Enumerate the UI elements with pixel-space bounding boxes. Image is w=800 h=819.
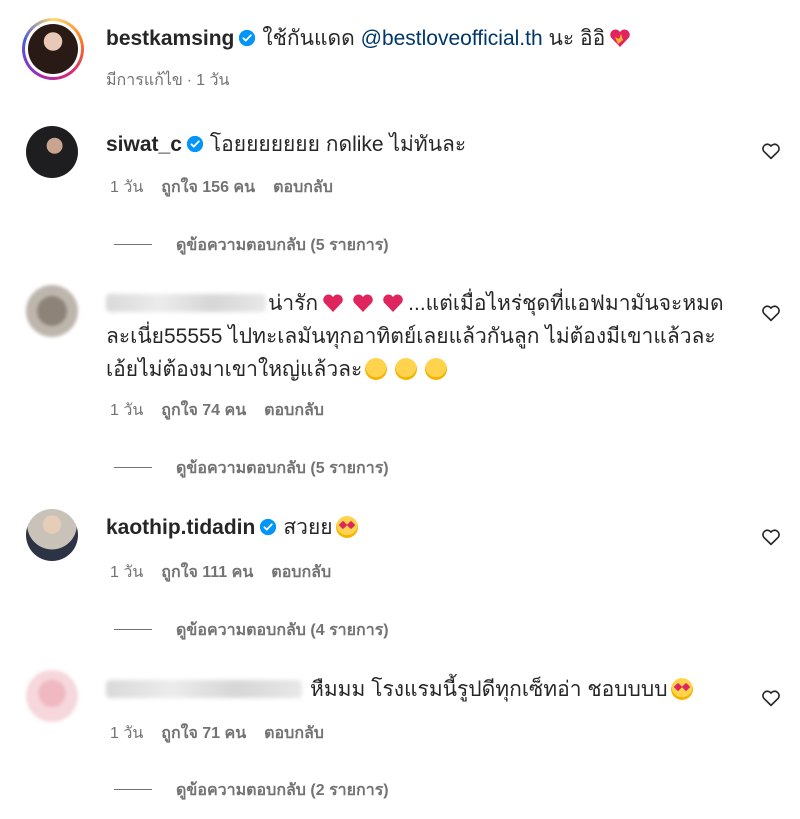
view-replies-label: ดูข้อความตอบกลับ (2 รายการ): [176, 782, 389, 799]
red-heart-emoji: [353, 294, 373, 312]
view-replies-label: ดูข้อความตอบกลับ (5 รายการ): [176, 460, 389, 477]
verified-badge-icon: [260, 518, 277, 536]
comment-meta: 1 วัน ถูกใจ 71 คน ตอบกลับ: [110, 721, 342, 746]
divider: [114, 467, 152, 468]
like-count[interactable]: ถูกใจ 156 คน: [161, 179, 255, 196]
caption-text-end: นะ อิอิ: [548, 27, 606, 50]
comment-avatar[interactable]: [26, 670, 78, 722]
post-author-avatar[interactable]: [22, 18, 84, 80]
comment-avatar[interactable]: [26, 285, 78, 337]
comment-time: 1 วัน: [110, 564, 144, 581]
blurred-username[interactable]: [106, 680, 302, 698]
rofl-emoji: [365, 358, 388, 380]
edited-label: มีการแก้ไข: [106, 72, 183, 89]
divider: [114, 244, 152, 245]
post-meta: มีการแก้ไข · 1 วัน: [106, 72, 230, 89]
heart-outline-icon[interactable]: [761, 142, 781, 160]
rofl-emoji: [395, 358, 418, 380]
comment-text: น่ารัก ...แต่เมื่อไหร่ชุดที่แอฟมามันจะหมด: [106, 289, 724, 319]
post-caption: bestkamsing ใช้กันแดด @bestloveofficial.t…: [106, 24, 635, 54]
comment-text-line3: เอ้ยไม่ต้องมาเขาใหญ่แล้วละ: [106, 355, 448, 385]
reply-button[interactable]: ตอบกลับ: [264, 402, 324, 419]
comment-body: หืมมม โรงแรมนี้รูปดีทุกเซ็ทอ่า ชอบบบบ: [310, 678, 668, 701]
blurred-username[interactable]: [106, 294, 266, 312]
reply-button[interactable]: ตอบกลับ: [264, 725, 324, 742]
caption-text: ใช้กันแดด: [262, 27, 355, 50]
comment-meta: 1 วัน ถูกใจ 111 คน ตอบกลับ: [110, 560, 349, 585]
view-replies-button[interactable]: ดูข้อความตอบกลับ (2 รายการ): [114, 778, 389, 803]
rofl-emoji: [425, 358, 448, 380]
heart-on-fire-emoji: [610, 29, 630, 47]
caption-mention[interactable]: @bestloveofficial.th: [361, 27, 543, 50]
comment-body: โอยยยยยยย กดlike ไม่ทันละ: [209, 133, 467, 156]
heart-outline-icon[interactable]: [761, 689, 781, 707]
comment-username[interactable]: siwat_c: [106, 133, 182, 156]
comment-meta: 1 วัน ถูกใจ 156 คน ตอบกลับ: [110, 175, 351, 200]
comment-body: สวยย: [283, 516, 333, 539]
heart-eyes-emoji: [670, 678, 693, 700]
comment-text: siwat_c โอยยยยยยย กดlike ไม่ทันละ: [106, 130, 466, 160]
heart-eyes-emoji: [335, 516, 358, 538]
post-username[interactable]: bestkamsing: [106, 27, 234, 50]
like-count[interactable]: ถูกใจ 74 คน: [161, 402, 246, 419]
heart-outline-icon[interactable]: [761, 528, 781, 546]
comment-avatar[interactable]: [26, 126, 78, 178]
divider: [114, 629, 152, 630]
view-replies-button[interactable]: ดูข้อความตอบกลับ (5 รายการ): [114, 456, 389, 481]
view-replies-button[interactable]: ดูข้อความตอบกลับ (4 รายการ): [114, 618, 389, 643]
post-time: 1 วัน: [196, 72, 230, 89]
comment-username[interactable]: kaothip.tidadin: [106, 516, 255, 539]
view-replies-label: ดูข้อความตอบกลับ (4 รายการ): [176, 622, 389, 639]
like-count[interactable]: ถูกใจ 111 คน: [161, 564, 253, 581]
heart-outline-icon[interactable]: [761, 304, 781, 322]
red-heart-emoji: [383, 294, 403, 312]
divider: [114, 789, 152, 790]
like-count[interactable]: ถูกใจ 71 คน: [161, 725, 246, 742]
comment-text: หืมมม โรงแรมนี้รูปดีทุกเซ็ทอ่า ชอบบบบ: [106, 675, 693, 705]
view-replies-label: ดูข้อความตอบกลับ (5 รายการ): [176, 237, 389, 254]
comment-meta: 1 วัน ถูกใจ 74 คน ตอบกลับ: [110, 398, 342, 423]
comment-time: 1 วัน: [110, 402, 144, 419]
comment-time: 1 วัน: [110, 179, 144, 196]
view-replies-button[interactable]: ดูข้อความตอบกลับ (5 รายการ): [114, 233, 389, 258]
verified-badge-icon: [186, 135, 203, 153]
comment-time: 1 วัน: [110, 725, 144, 742]
comment-text: kaothip.tidadin สวยย: [106, 513, 358, 543]
verified-badge-icon: [239, 29, 256, 47]
red-heart-emoji: [323, 294, 343, 312]
reply-button[interactable]: ตอบกลับ: [273, 179, 333, 196]
comment-avatar[interactable]: [26, 509, 78, 561]
reply-button[interactable]: ตอบกลับ: [271, 564, 331, 581]
comment-text-line2: ละเนี่ย55555 ไปทะเลมันทุกอาทิตย์เลยแล้วก…: [106, 325, 716, 348]
